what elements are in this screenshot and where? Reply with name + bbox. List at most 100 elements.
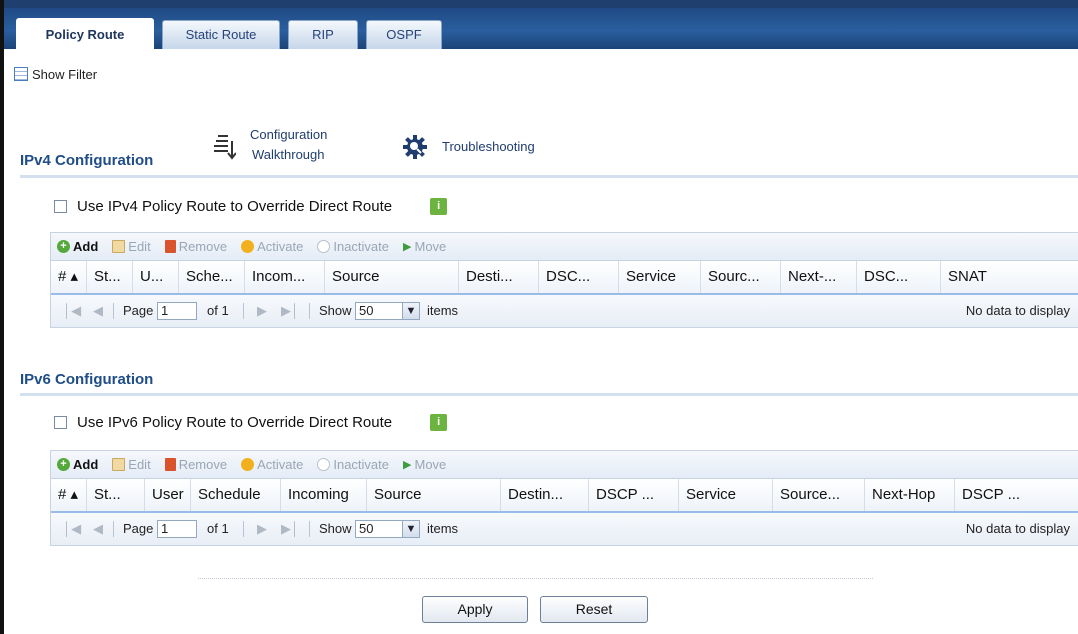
column-header[interactable]: Incom... xyxy=(245,261,325,293)
column-header[interactable]: SNAT xyxy=(941,261,1078,293)
activate-icon xyxy=(241,458,255,471)
ipv4-override-checkbox[interactable] xyxy=(54,200,67,213)
tab-bar: Policy Route Static Route RIP OSPF xyxy=(4,8,1078,50)
ipv6-add-label: Add xyxy=(73,457,99,472)
grid-filter-icon xyxy=(14,67,28,81)
ipv4-move-label: Move xyxy=(414,239,447,254)
ipv6-activate-button[interactable]: Activate xyxy=(241,457,303,472)
tab-policy-route[interactable]: Policy Route xyxy=(16,18,154,50)
tab-rip[interactable]: RIP xyxy=(288,20,358,49)
ipv4-activate-button[interactable]: Activate xyxy=(241,239,303,254)
column-header[interactable]: User xyxy=(145,479,191,511)
ipv6-activate-label: Activate xyxy=(257,457,304,472)
last-page-icon[interactable]: ▶│ xyxy=(281,295,299,327)
page-size-select[interactable]: 50 xyxy=(355,520,403,538)
tab-static-route[interactable]: Static Route xyxy=(162,20,280,49)
ipv6-move-label: Move xyxy=(414,457,447,472)
column-header[interactable]: St... xyxy=(87,261,133,293)
column-header[interactable]: Service xyxy=(679,479,773,511)
first-page-icon[interactable]: │◀ xyxy=(63,513,81,545)
column-header[interactable]: U... xyxy=(133,261,179,293)
apply-button[interactable]: Apply xyxy=(422,596,528,623)
column-header[interactable]: Next-... xyxy=(781,261,857,293)
ipv6-move-button[interactable]: ▶ Move xyxy=(403,457,446,472)
troubleshooting-label: Troubleshooting xyxy=(442,139,535,154)
page-number-input[interactable]: 1 xyxy=(157,302,197,320)
pager-separator xyxy=(243,303,244,319)
ipv4-grid-toolbar: + Add Edit Remove Activate Inactivate ▶ … xyxy=(51,233,1078,261)
window-caption-strip xyxy=(0,0,1078,8)
reset-button[interactable]: Reset xyxy=(540,596,648,623)
info-icon[interactable]: i xyxy=(430,414,448,431)
column-header[interactable]: Incoming xyxy=(281,479,367,511)
page-count-label: of 1 xyxy=(207,303,229,318)
config-walkthrough-line1: Configuration xyxy=(250,127,328,142)
column-header[interactable]: Source... xyxy=(773,479,865,511)
column-header[interactable]: Schedule xyxy=(191,479,281,511)
pager-separator xyxy=(243,521,244,537)
next-page-icon[interactable]: ▶ xyxy=(257,513,267,545)
pager-separator xyxy=(113,521,114,537)
column-header[interactable]: Next-Hop xyxy=(865,479,955,511)
pager-separator xyxy=(113,303,114,319)
items-label: items xyxy=(427,303,459,318)
column-header[interactable]: Sourc... xyxy=(701,261,781,293)
page-label: Page xyxy=(123,521,154,536)
ipv6-remove-button[interactable]: Remove xyxy=(164,457,227,472)
column-header[interactable]: Desti... xyxy=(459,261,539,293)
ipv4-edit-button[interactable]: Edit xyxy=(112,239,151,254)
first-page-icon[interactable]: │◀ xyxy=(63,295,81,327)
pager-separator xyxy=(309,521,310,537)
ipv6-edit-button[interactable]: Edit xyxy=(112,457,151,472)
edit-icon xyxy=(112,240,126,253)
troubleshooting-link[interactable]: Troubleshooting xyxy=(402,134,572,160)
ipv4-add-label: Add xyxy=(73,239,99,254)
ipv4-remove-button[interactable]: Remove xyxy=(164,239,227,254)
config-walkthrough-link[interactable]: Configuration Walkthrough xyxy=(212,125,362,169)
show-filter-link[interactable]: Show Filter xyxy=(14,64,97,84)
column-header[interactable]: Sche... xyxy=(179,261,245,293)
column-header[interactable]: DSC... xyxy=(857,261,941,293)
page-number-input[interactable]: 1 xyxy=(157,520,197,538)
column-header[interactable]: DSCP ... xyxy=(589,479,679,511)
ipv4-inactivate-label: Inactivate xyxy=(333,239,390,254)
ipv6-policy-grid: + Add Edit Remove Activate Inactivate ▶ … xyxy=(50,450,1078,546)
prev-page-icon[interactable]: ◀ xyxy=(93,295,103,327)
prev-page-icon[interactable]: ◀ xyxy=(93,513,103,545)
ipv6-override-checkbox[interactable] xyxy=(54,416,67,429)
column-header[interactable]: Destin... xyxy=(501,479,589,511)
column-header[interactable]: # ▴ xyxy=(51,479,87,511)
ipv6-inactivate-button[interactable]: Inactivate xyxy=(317,457,389,472)
column-header[interactable]: DSCP ... xyxy=(955,479,1078,511)
ipv6-section-title: IPv6 Configuration xyxy=(20,371,154,388)
column-header[interactable]: # ▴ xyxy=(51,261,87,293)
page-label: Page xyxy=(123,303,154,318)
tab-ospf[interactable]: OSPF xyxy=(366,20,442,49)
window-frame-left xyxy=(0,0,4,634)
next-page-icon[interactable]: ▶ xyxy=(257,295,267,327)
ipv4-inactivate-button[interactable]: Inactivate xyxy=(317,239,389,254)
ipv6-add-button[interactable]: + Add xyxy=(57,457,98,472)
column-header[interactable]: Source xyxy=(325,261,459,293)
ipv4-activate-label: Activate xyxy=(257,239,304,254)
column-header[interactable]: Service xyxy=(619,261,701,293)
empty-message: No data to display xyxy=(965,521,1070,536)
ipv6-grid-header: # ▴ St... User Schedule Incoming Source … xyxy=(51,479,1078,513)
page-size-select[interactable]: 50 xyxy=(355,302,403,320)
footer-divider xyxy=(198,578,873,579)
column-header[interactable]: St... xyxy=(87,479,145,511)
info-icon[interactable]: i xyxy=(430,198,448,215)
ipv4-move-button[interactable]: ▶ Move xyxy=(403,239,446,254)
column-header[interactable]: DSC... xyxy=(539,261,619,293)
move-icon: ▶ xyxy=(403,241,412,253)
ipv6-override-label: Use IPv6 Policy Route to Override Direct… xyxy=(77,414,393,431)
column-header[interactable]: Source xyxy=(367,479,501,511)
ipv4-add-button[interactable]: + Add xyxy=(57,239,98,254)
chevron-down-icon[interactable]: ▼ xyxy=(403,520,420,538)
add-icon: + xyxy=(57,458,70,471)
last-page-icon[interactable]: ▶│ xyxy=(281,513,299,545)
ipv4-grid-pager: │◀ ◀ Page 1 of 1 ▶ ▶│ Show 50 ▼ items No… xyxy=(51,295,1078,327)
chevron-down-icon[interactable]: ▼ xyxy=(403,302,420,320)
inactivate-icon xyxy=(317,240,331,253)
ipv6-edit-label: Edit xyxy=(128,457,151,472)
